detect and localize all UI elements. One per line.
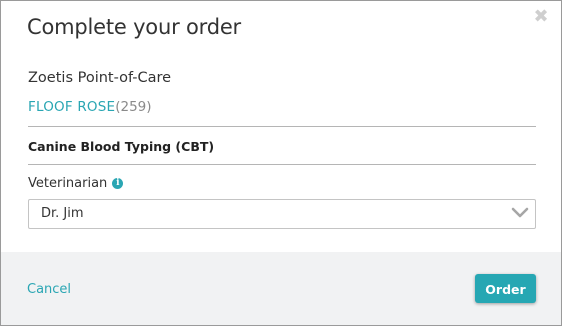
- veterinarian-label: Veterinarian i: [28, 176, 124, 191]
- order-button[interactable]: Order: [475, 274, 536, 303]
- patient-name: FLOOF ROSE: [28, 99, 116, 115]
- veterinarian-select[interactable]: Dr. Jim: [28, 199, 536, 229]
- dialog-footer: Cancel Order: [1, 252, 561, 325]
- dialog-title: Complete your order: [27, 15, 241, 39]
- divider: [28, 164, 536, 165]
- veterinarian-selected-value: Dr. Jim: [41, 206, 84, 221]
- complete-order-dialog: Complete your order ✖ Zoetis Point-of-Ca…: [0, 0, 562, 326]
- provider-name: Zoetis Point-of-Care: [28, 70, 172, 86]
- cancel-link[interactable]: Cancel: [27, 282, 71, 297]
- test-name: Canine Blood Typing (CBT): [28, 139, 215, 154]
- info-icon[interactable]: i: [112, 178, 124, 189]
- chevron-down-icon: [511, 207, 529, 218]
- patient-id: (259): [115, 99, 152, 115]
- patient-info: FLOOF ROSE(259): [28, 99, 152, 115]
- close-icon[interactable]: ✖: [531, 7, 551, 27]
- divider: [28, 126, 536, 127]
- veterinarian-label-text: Veterinarian: [28, 176, 108, 191]
